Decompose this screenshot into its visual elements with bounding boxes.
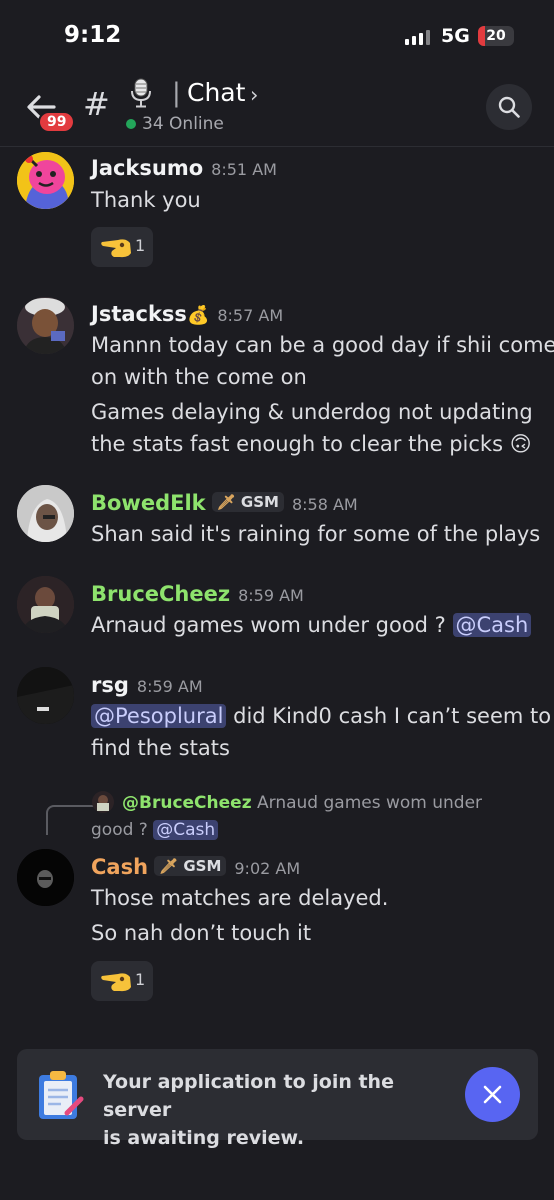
reply-connector bbox=[46, 805, 94, 835]
user-mention[interactable]: @Cash bbox=[452, 613, 532, 637]
avatar-image bbox=[17, 152, 74, 209]
message-timestamp: 8:58 AM bbox=[291, 495, 358, 514]
reply-preview[interactable]: @BruceCheez Arnaud games wom under bbox=[122, 793, 482, 813]
message-author[interactable]: BruceCheez 8:59 AM bbox=[91, 582, 304, 606]
role-tag: 🗡 GSM bbox=[154, 856, 227, 876]
reaction-count: 1 bbox=[135, 236, 146, 255]
hash-icon: # bbox=[83, 85, 110, 123]
sword-icon: 🗡 bbox=[216, 493, 236, 511]
user-mention[interactable]: @Pesoplural bbox=[91, 704, 227, 728]
message-author[interactable]: Cash 🗡 GSM 9:02 AM bbox=[91, 855, 300, 879]
avatar[interactable] bbox=[17, 576, 74, 633]
message-text: Shan said it's raining for some of the p… bbox=[91, 522, 541, 546]
unread-badge: 99 bbox=[38, 111, 76, 133]
message-author[interactable]: Jstackss💰 8:57 AM bbox=[91, 302, 283, 326]
search-icon bbox=[498, 96, 520, 118]
avatar-image bbox=[17, 297, 74, 354]
banner-message: Your application to join the server is a… bbox=[103, 1068, 453, 1152]
online-count: 34 Online bbox=[142, 114, 224, 134]
message-text: Arnaud games wom under good ? @Cash bbox=[91, 610, 532, 640]
close-icon bbox=[483, 1085, 502, 1104]
status-time: 9:12 bbox=[64, 22, 122, 48]
clipboard-icon bbox=[39, 1071, 84, 1119]
message-timestamp: 8:51 AM bbox=[211, 160, 277, 179]
avatar[interactable] bbox=[17, 667, 74, 724]
message-text: Games delaying & underdog not updating bbox=[91, 400, 533, 424]
avatar-image bbox=[17, 576, 74, 633]
message-author[interactable]: BowedElk 🗡 GSM 8:58 AM bbox=[91, 491, 358, 515]
message-text: Mannn today can be a good day if shii co… bbox=[91, 333, 554, 357]
avatar-image bbox=[17, 849, 74, 906]
message-timestamp: 8:57 AM bbox=[217, 306, 284, 325]
message-text: Thank you bbox=[91, 188, 201, 212]
reaction-button[interactable]: 1 bbox=[91, 961, 153, 1001]
avatar-image bbox=[17, 485, 74, 542]
sword-icon: 🗡 bbox=[159, 857, 179, 875]
message-timestamp: 8:59 AM bbox=[238, 586, 304, 605]
close-banner-button[interactable] bbox=[465, 1067, 520, 1122]
network-label: 5G bbox=[441, 25, 470, 47]
banner-line: Your application to join the server bbox=[103, 1071, 394, 1121]
message-timestamp: 9:02 AM bbox=[234, 859, 301, 878]
role-tag: 🗡 GSM bbox=[211, 492, 284, 512]
message-text: @Pesoplural did Kind0 cash I can’t seem … bbox=[91, 701, 551, 731]
search-button[interactable] bbox=[486, 84, 532, 130]
message-text: Those matches are delayed. bbox=[91, 886, 389, 910]
application-review-banner: Your application to join the server is a… bbox=[17, 1049, 538, 1149]
message-author[interactable]: Jacksumo 8:51 AM bbox=[91, 156, 277, 180]
reply-avatar bbox=[92, 791, 114, 813]
message-text: the stats fast enough to clear the picks… bbox=[91, 432, 532, 456]
message-text: on with the come on bbox=[91, 365, 307, 389]
title-separator: | bbox=[172, 78, 181, 108]
avatar[interactable] bbox=[17, 485, 74, 542]
signal-icon bbox=[405, 30, 430, 45]
banner-line: is awaiting review. bbox=[103, 1127, 305, 1149]
status-bar: 9:12 5G 20 bbox=[0, 0, 554, 70]
pointing-hand-emoji bbox=[101, 973, 131, 992]
avatar[interactable] bbox=[17, 849, 74, 906]
money-bag-emoji: 💰 bbox=[186, 305, 210, 326]
chevron-right-icon[interactable]: › bbox=[250, 83, 258, 107]
avatar-placeholder bbox=[17, 998, 74, 1055]
avatar[interactable] bbox=[17, 297, 74, 354]
battery-percent: 20 bbox=[486, 28, 506, 44]
microphone-icon bbox=[131, 78, 151, 108]
user-mention[interactable]: @Cash bbox=[153, 820, 219, 840]
message-text: So nah don’t touch it bbox=[91, 921, 312, 945]
online-status-icon bbox=[126, 119, 136, 129]
avatar[interactable] bbox=[17, 152, 74, 209]
upside-down-face-emoji: 🙃 bbox=[509, 432, 532, 456]
avatar-image bbox=[17, 667, 74, 724]
message-author[interactable]: rsg 8:59 AM bbox=[91, 673, 203, 697]
reaction-button[interactable]: 1 bbox=[91, 227, 153, 267]
reaction-count: 1 bbox=[135, 970, 146, 989]
battery-icon: 20 bbox=[478, 26, 514, 46]
reply-preview-line: good ? @Cash bbox=[91, 820, 219, 840]
channel-name[interactable]: Chat bbox=[187, 78, 245, 107]
message-text: find the stats bbox=[91, 736, 230, 760]
message-timestamp: 8:59 AM bbox=[136, 677, 203, 696]
pointing-hand-emoji bbox=[101, 239, 131, 258]
channel-header: 99 # | Chat › 34 Online bbox=[0, 70, 554, 147]
